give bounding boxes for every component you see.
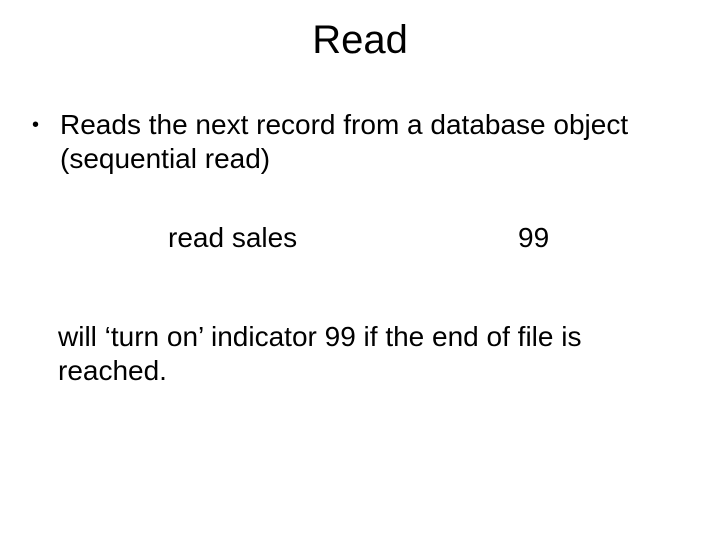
bullet-text: Reads the next record from a database ob… (60, 108, 690, 176)
slide-body: • Reads the next record from a database … (30, 108, 690, 176)
slide: Read • Reads the next record from a data… (0, 0, 720, 540)
code-command: read sales (168, 222, 297, 254)
bullet-item: • Reads the next record from a database … (30, 108, 690, 176)
code-indicator: 99 (518, 222, 549, 254)
closing-text: will ‘turn on’ indicator 99 if the end o… (58, 320, 688, 388)
bullet-marker: • (30, 108, 60, 142)
slide-title: Read (0, 18, 720, 63)
